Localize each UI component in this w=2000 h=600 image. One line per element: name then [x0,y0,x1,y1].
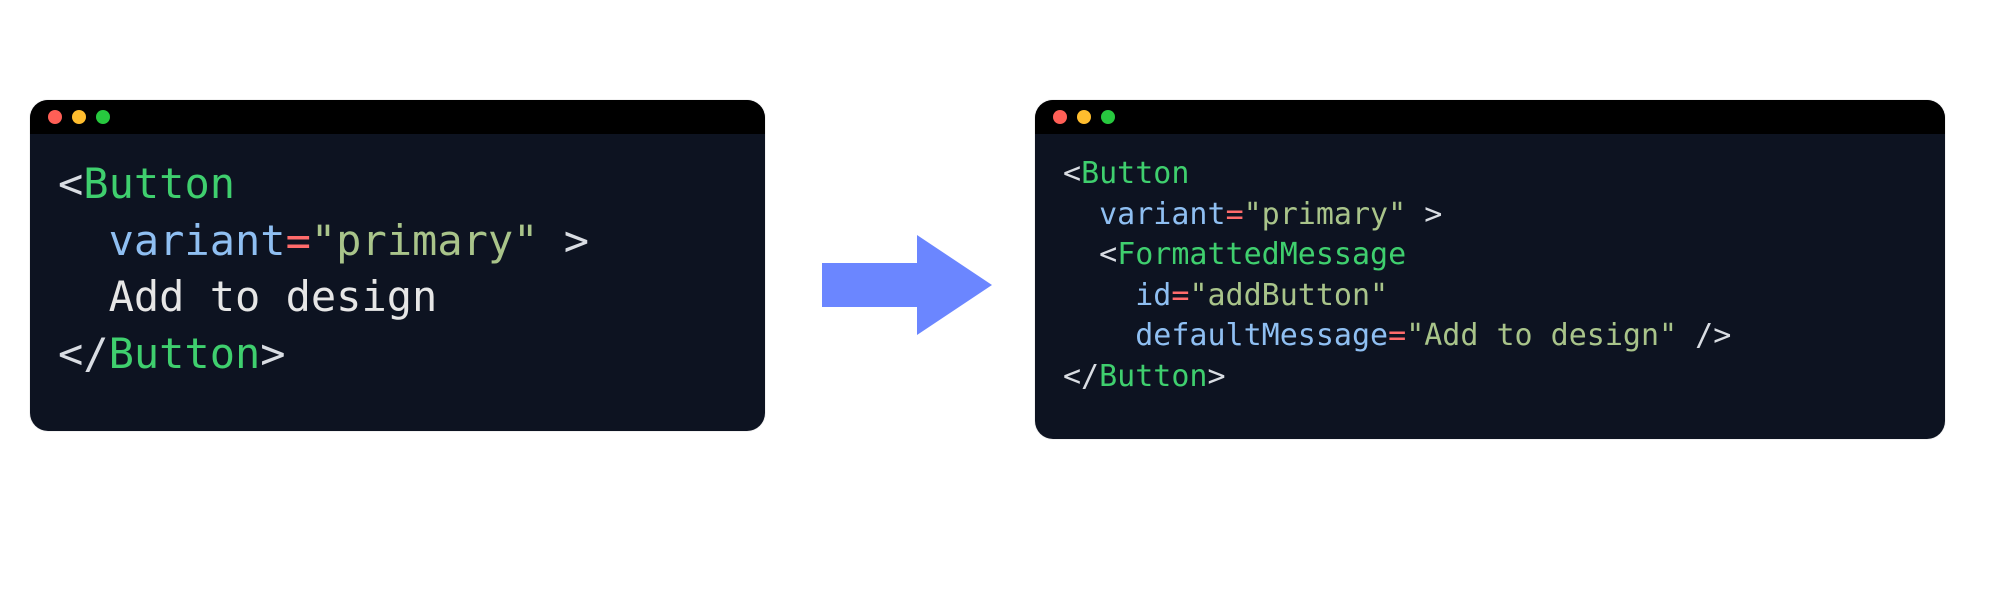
jsx-tag: FormattedMessage [1117,237,1406,272]
jsx-tag: Button [83,159,235,208]
code-block-before: <Button variant="primary" > Add to desig… [30,134,765,431]
jsx-attr: variant [1099,197,1225,232]
traffic-light-minimize-icon [72,110,86,124]
punct: > [538,216,589,265]
punct: > [1208,359,1226,394]
punct: < [1099,237,1117,272]
diagram-stage: <Button variant="primary" > Add to desig… [0,0,2000,600]
code-window-before: <Button variant="primary" > Add to desig… [30,100,765,431]
punct: < [1063,156,1081,191]
arrow-right-icon [822,225,992,345]
string: "primary" [311,216,539,265]
jsx-attr: defaultMessage [1135,318,1388,353]
traffic-light-close-icon [48,110,62,124]
traffic-light-zoom-icon [1101,110,1115,124]
punct: < [58,159,83,208]
string: "primary" [1244,197,1407,232]
jsx-tag: Button [1081,156,1189,191]
punct: /> [1677,318,1731,353]
jsx-text: Add to design [109,272,438,321]
equals: = [1171,278,1189,313]
punct: > [1406,197,1442,232]
jsx-attr: id [1135,278,1171,313]
jsx-attr: variant [109,216,286,265]
code-window-after: <Button variant="primary" > <FormattedMe… [1035,100,1945,439]
traffic-light-minimize-icon [1077,110,1091,124]
string: "Add to design" [1406,318,1677,353]
equals: = [286,216,311,265]
window-titlebar [1035,100,1945,134]
punct: > [260,329,285,378]
traffic-light-close-icon [1053,110,1067,124]
punct: </ [58,329,109,378]
window-titlebar [30,100,765,134]
equals: = [1388,318,1406,353]
code-block-after: <Button variant="primary" > <FormattedMe… [1035,134,1945,439]
equals: = [1226,197,1244,232]
punct: </ [1063,359,1099,394]
jsx-tag: Button [109,329,261,378]
string: "addButton" [1189,278,1388,313]
traffic-light-zoom-icon [96,110,110,124]
jsx-tag: Button [1099,359,1207,394]
